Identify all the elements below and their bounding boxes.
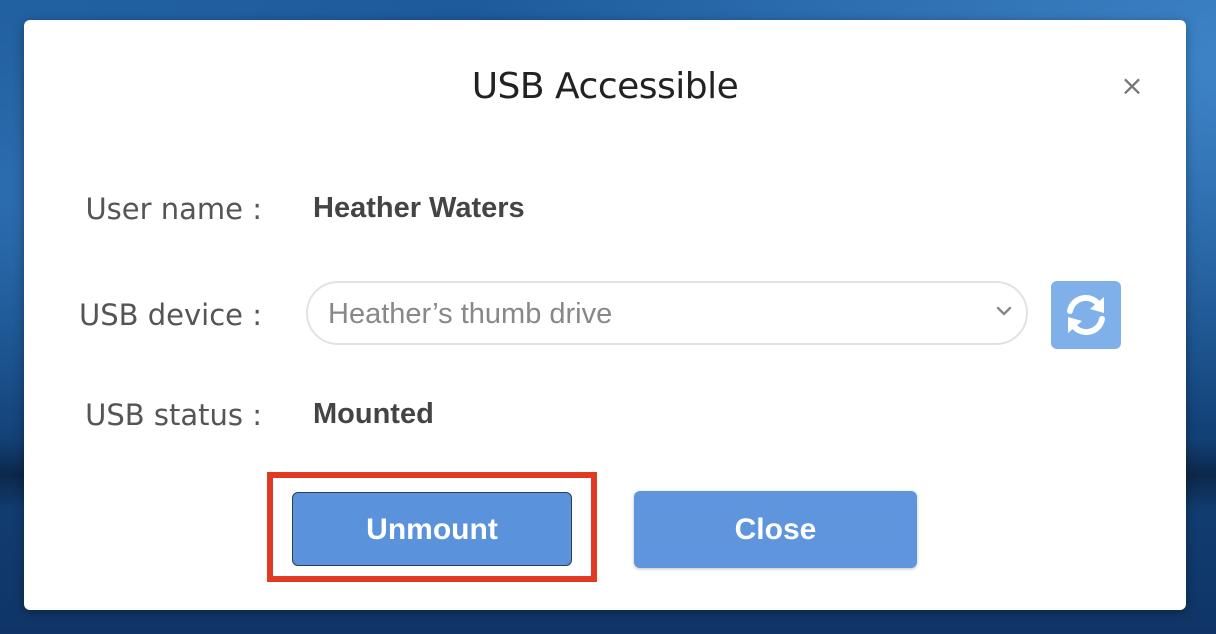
user-name-label: User name : [85,192,262,226]
dialog-title: USB Accessible [471,66,739,107]
usb-accessible-dialog: USB Accessible × User name : Heather Wat… [24,20,1186,610]
refresh-button[interactable] [1051,281,1121,349]
chevron-down-icon [996,306,1012,316]
usb-device-label: USB device : [79,298,262,332]
close-button[interactable]: Close [634,491,917,568]
usb-status-value: Mounted [313,398,434,430]
refresh-icon [1067,294,1105,336]
close-icon[interactable]: × [1118,72,1146,100]
usb-device-select[interactable]: Heather’s thumb drive [306,281,1028,345]
unmount-button[interactable]: Unmount [292,492,572,566]
user-name-value: Heather Waters [313,192,525,224]
usb-status-label: USB status : [85,398,262,432]
usb-device-selected-value: Heather’s thumb drive [328,298,613,330]
